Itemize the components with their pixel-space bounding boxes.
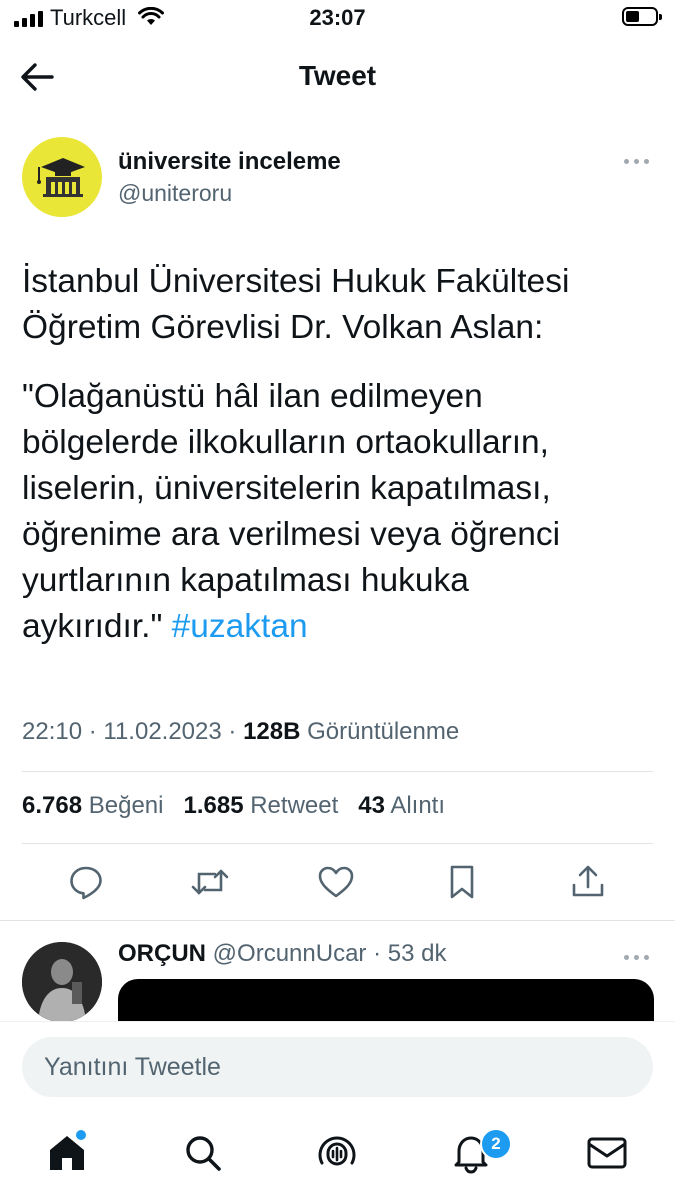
author-name[interactable]: üniversite inceleme bbox=[118, 148, 341, 176]
author-avatar[interactable] bbox=[22, 137, 102, 217]
notifications-badge: 2 bbox=[480, 1128, 512, 1160]
bookmark-icon[interactable] bbox=[442, 862, 482, 902]
retweets-count: 1.685 bbox=[183, 792, 244, 819]
reply-author-handle[interactable]: @OrcunnUcar bbox=[213, 940, 367, 967]
reply-header: ORÇUN @OrcunnUcar · 53 dk bbox=[118, 940, 447, 967]
likes-count: 6.768 bbox=[22, 792, 83, 819]
share-icon[interactable] bbox=[568, 862, 608, 902]
search-icon[interactable] bbox=[180, 1130, 226, 1176]
tweet-date: 11.02.2023 bbox=[103, 718, 222, 745]
tweet-text-line: bölgelerde ilkokulların ortaokulların, bbox=[22, 424, 549, 461]
views-label: Görüntülenme bbox=[307, 718, 460, 745]
divider bbox=[22, 843, 653, 844]
quotes-stat[interactable]: 43 Alıntı bbox=[358, 792, 445, 819]
reply-input[interactable]: Yanıtını Tweetle bbox=[22, 1037, 653, 1097]
retweets-stat[interactable]: 1.685 Retweet bbox=[183, 792, 338, 819]
tweet-text-line: İstanbul Üniversitesi Hukuk Fakültesi bbox=[22, 263, 570, 300]
messages-icon[interactable] bbox=[584, 1130, 630, 1176]
quotes-count: 43 bbox=[358, 792, 385, 819]
retweets-label: Retweet bbox=[250, 792, 339, 819]
tweet-text-line: liselerin, üniversitelerin kapatılması, bbox=[22, 470, 551, 507]
status-bar: Turkcell 23:07 bbox=[0, 0, 675, 40]
reply-more-options-icon[interactable] bbox=[624, 952, 654, 962]
spaces-icon[interactable] bbox=[314, 1130, 360, 1176]
views-count: 128B bbox=[243, 718, 301, 745]
hashtag-link[interactable]: #uzaktan bbox=[172, 608, 308, 645]
battery-icon bbox=[622, 7, 662, 26]
divider bbox=[22, 771, 653, 772]
reply-time: 53 dk bbox=[387, 940, 447, 967]
tweet-text-intro: İstanbul Üniversitesi Hukuk Fakültesi Öğ… bbox=[22, 259, 662, 351]
reply-author-name[interactable]: ORÇUN bbox=[118, 940, 206, 967]
likes-label: Beğeni bbox=[88, 792, 164, 819]
likes-stat[interactable]: 6.768 Beğeni bbox=[22, 792, 163, 819]
status-time: 23:07 bbox=[309, 5, 366, 30]
divider bbox=[0, 920, 675, 921]
graduation-building-icon bbox=[37, 158, 85, 197]
tweet-text-quote: "Olağanüstü hâl ilan edilmeyen bölgelerd… bbox=[22, 374, 662, 650]
reply-avatar[interactable] bbox=[22, 942, 102, 1022]
page-title: Tweet bbox=[298, 60, 377, 91]
tweet-text-line-end: aykırıdır." bbox=[22, 608, 172, 645]
tweet-text-line: öğrenime ara verilmesi veya öğrenci bbox=[22, 516, 561, 553]
tweet-text-line: yurtlarının kapatılması hukuka bbox=[22, 562, 469, 599]
tweet-text-line: Öğretim Görevlisi Dr. Volkan Aslan: bbox=[22, 309, 544, 346]
more-options-icon[interactable] bbox=[624, 156, 654, 166]
engagement-stats: 6.768 Beğeni 1.685 Retweet 43 Alıntı bbox=[22, 792, 445, 820]
author-handle[interactable]: @uniteroru bbox=[118, 180, 232, 207]
tweet-time: 22:10 bbox=[22, 718, 83, 745]
tweet-text-line: "Olağanüstü hâl ilan edilmeyen bbox=[22, 378, 483, 415]
like-icon[interactable] bbox=[316, 862, 356, 902]
retweet-icon[interactable] bbox=[190, 862, 230, 902]
reply-icon[interactable] bbox=[66, 862, 106, 902]
tweet-text-line: aykırıdır." #uzaktan bbox=[22, 604, 662, 650]
quotes-label: Alıntı bbox=[390, 792, 446, 819]
home-unread-dot bbox=[76, 1130, 86, 1140]
tweet-meta: 22:10 · 11.02.2023 · 128B Görüntülenme bbox=[22, 718, 460, 745]
